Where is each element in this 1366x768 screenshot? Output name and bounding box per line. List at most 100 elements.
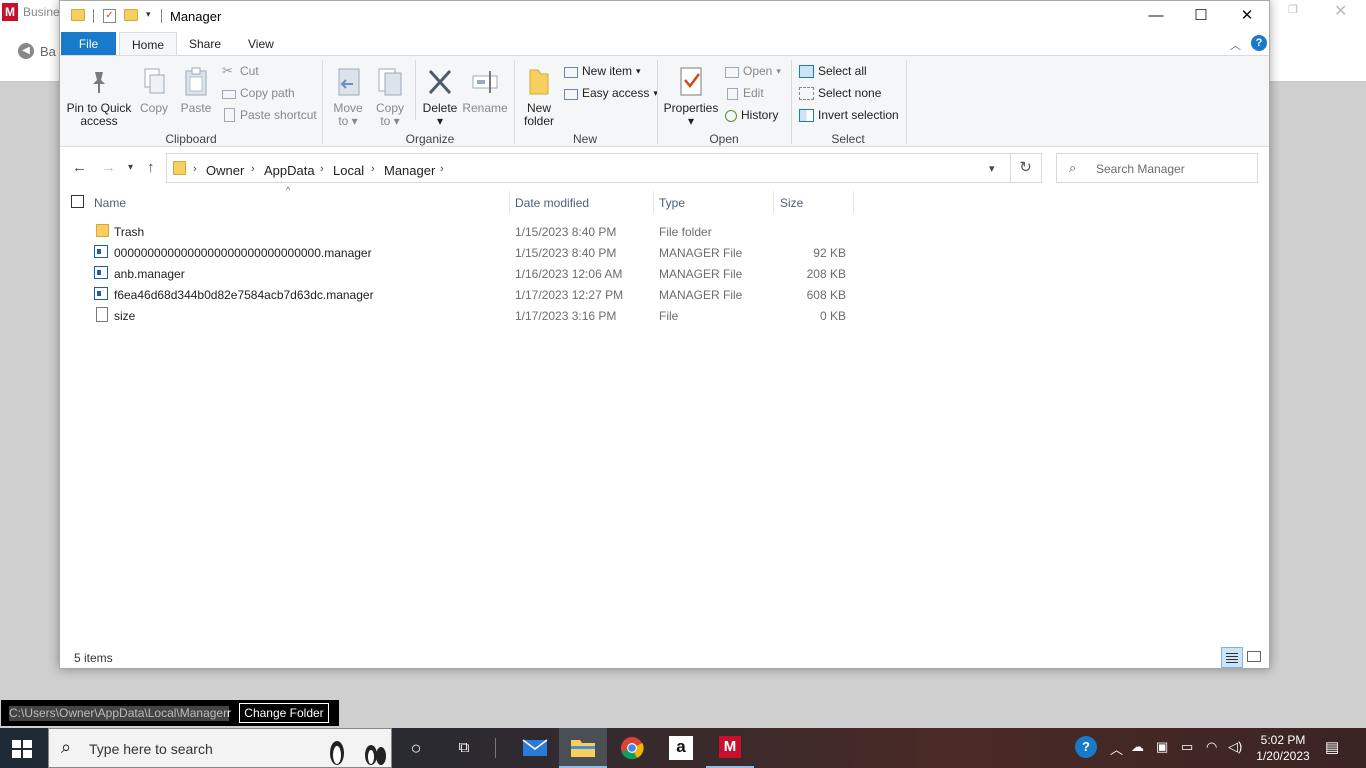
- address-history-dropdown-icon[interactable]: ▾: [989, 162, 995, 175]
- tab-home[interactable]: Home: [119, 32, 178, 56]
- help-tray-icon[interactable]: ?: [1075, 736, 1097, 758]
- refresh-button[interactable]: ↻: [1010, 153, 1042, 183]
- file-row-manager[interactable]: 0000000000000000000000000000000.manager …: [60, 242, 1269, 263]
- invert-selection-button[interactable]: Invert selection: [799, 108, 899, 122]
- properties-quick-icon[interactable]: ✓: [103, 9, 116, 23]
- new-item-button[interactable]: New item ▾: [564, 64, 641, 78]
- search-icon: ⌕: [1069, 160, 1077, 175]
- maximize-button[interactable]: ☐: [1178, 1, 1224, 31]
- tab-file[interactable]: File: [61, 32, 116, 56]
- column-separator[interactable]: [653, 191, 654, 213]
- breadcrumb-owner[interactable]: Owner: [206, 163, 244, 178]
- battery-icon[interactable]: ▭: [1181, 739, 1193, 755]
- taskbar-search-input[interactable]: Type here to search: [89, 741, 213, 757]
- breadcrumb-separator-icon[interactable]: ›: [371, 163, 375, 175]
- file-row-trash[interactable]: Trash 1/15/2023 8:40 PM File folder: [60, 221, 1269, 242]
- security-icon[interactable]: ▣: [1156, 739, 1168, 755]
- rename-button[interactable]: Rename: [462, 66, 508, 115]
- column-header-date-modified[interactable]: Date modified: [515, 196, 589, 210]
- edit-button[interactable]: Edit: [725, 86, 764, 100]
- close-button[interactable]: ✕: [1224, 1, 1270, 31]
- open-dropdown-icon: ▾: [776, 65, 781, 76]
- properties-dropdown-icon[interactable]: ▾: [663, 115, 719, 128]
- mail-icon[interactable]: [511, 728, 559, 768]
- move-to-button[interactable]: Move to ▾: [330, 66, 366, 128]
- change-folder-button[interactable]: Change Folder: [239, 703, 329, 723]
- delete-x-icon: [425, 66, 455, 98]
- customize-quick-access-icon[interactable]: ▾: [146, 9, 151, 20]
- task-view-icon[interactable]: ⧉: [440, 728, 488, 768]
- show-hidden-icons-icon[interactable]: ︿: [1110, 739, 1123, 758]
- large-icons-view-icon[interactable]: [1247, 651, 1261, 662]
- column-header-name[interactable]: Name: [94, 196, 126, 210]
- help-icon[interactable]: ?: [1251, 35, 1267, 51]
- pin-to-quick-access-button[interactable]: Pin to Quick access: [66, 66, 132, 128]
- column-separator[interactable]: [509, 191, 510, 213]
- tab-share[interactable]: Share: [177, 33, 233, 55]
- open-button[interactable]: Open ▾: [725, 64, 781, 78]
- file-explorer-taskbar-icon[interactable]: [559, 728, 607, 768]
- history-button[interactable]: History: [725, 108, 778, 122]
- file-name: 0000000000000000000000000000000.manager: [114, 246, 372, 260]
- breadcrumb-separator-icon[interactable]: ›: [193, 163, 197, 175]
- new-folder-quick-icon[interactable]: [124, 9, 138, 21]
- column-separator[interactable]: [773, 191, 774, 213]
- properties-button[interactable]: Properties ▾: [663, 66, 719, 128]
- minimize-button[interactable]: —: [1133, 1, 1179, 31]
- windows-start-icon[interactable]: [12, 740, 32, 758]
- back-button[interactable]: ←: [72, 159, 87, 176]
- column-separator[interactable]: [853, 191, 854, 213]
- taskbar-search-box[interactable]: ⌕ Type here to search: [48, 728, 392, 768]
- background-back-button[interactable]: ◀ Ba: [18, 43, 56, 59]
- recent-locations-icon[interactable]: ▾: [128, 162, 133, 173]
- search-box[interactable]: ⌕ Search Manager: [1056, 153, 1258, 183]
- paste-button[interactable]: Paste: [177, 66, 215, 115]
- copy-path-button[interactable]: Copy path: [222, 86, 295, 100]
- new-folder-button[interactable]: New folder: [521, 66, 557, 128]
- forward-button[interactable]: →: [101, 159, 116, 176]
- volume-icon[interactable]: ◁): [1228, 739, 1242, 755]
- file-row-size[interactable]: size 1/17/2023 3:16 PM File 0 KB: [60, 305, 1269, 326]
- easy-access-button[interactable]: Easy access ▾: [564, 86, 658, 100]
- delete-dropdown-icon[interactable]: ▾: [420, 115, 460, 128]
- breadcrumb-separator-icon[interactable]: ›: [440, 163, 444, 175]
- up-button[interactable]: ↑: [147, 159, 155, 176]
- address-bar[interactable]: › Owner › AppData › Local › Manager › ▾: [166, 153, 1011, 183]
- details-view-icon[interactable]: [1221, 647, 1243, 668]
- onedrive-icon[interactable]: ☁: [1131, 739, 1144, 755]
- amazon-icon[interactable]: a: [657, 728, 705, 768]
- paste-shortcut-button[interactable]: Paste shortcut: [222, 108, 317, 122]
- copy-to-button[interactable]: Copy to ▾: [372, 66, 408, 128]
- delete-button[interactable]: Delete ▾: [420, 66, 460, 128]
- select-all-checkbox[interactable]: [71, 195, 84, 208]
- breadcrumb-manager[interactable]: Manager: [384, 163, 435, 178]
- path-input[interactable]: C:\Users\Owner\AppData\Local\Manager: [9, 706, 229, 721]
- taskbar-clock[interactable]: 5:02 PM 1/20/2023: [1255, 732, 1311, 764]
- cortana-icon[interactable]: ○: [392, 728, 440, 768]
- collapse-ribbon-icon[interactable]: ︿: [1230, 37, 1241, 53]
- title-bar: ✓ ▾ Manager — ☐ ✕: [60, 1, 1269, 31]
- copy-button[interactable]: Copy: [136, 66, 172, 115]
- cut-button[interactable]: ✂ Cut: [222, 64, 259, 79]
- background-restore-icon[interactable]: ❐: [1288, 3, 1302, 17]
- chrome-icon[interactable]: [608, 728, 656, 768]
- search-input[interactable]: Search Manager: [1096, 162, 1185, 176]
- open-group-label: Open: [709, 132, 739, 146]
- select-all-button[interactable]: Select all: [799, 64, 867, 78]
- column-header-type[interactable]: Type: [659, 196, 685, 210]
- background-close-icon[interactable]: ✕: [1334, 1, 1347, 21]
- breadcrumb-local[interactable]: Local: [333, 163, 364, 178]
- breadcrumb-separator-icon[interactable]: ›: [320, 163, 324, 175]
- file-type: MANAGER File: [659, 267, 743, 281]
- file-row-manager[interactable]: anb.manager 1/16/2023 12:06 AM MANAGER F…: [60, 263, 1269, 284]
- manager-file-icon: [94, 287, 108, 300]
- column-header-size[interactable]: Size: [780, 196, 803, 210]
- select-none-button[interactable]: Select none: [799, 86, 881, 100]
- breadcrumb-appdata[interactable]: AppData: [264, 163, 315, 178]
- tab-view[interactable]: View: [236, 33, 286, 55]
- breadcrumb-separator-icon[interactable]: ›: [251, 163, 255, 175]
- wifi-icon[interactable]: ◠: [1206, 739, 1217, 755]
- manager-app-icon[interactable]: M: [706, 728, 754, 768]
- notifications-icon[interactable]: ▤: [1325, 738, 1339, 756]
- file-row-manager[interactable]: f6ea46d68d344b0d82e7584acb7d63dc.manager…: [60, 284, 1269, 305]
